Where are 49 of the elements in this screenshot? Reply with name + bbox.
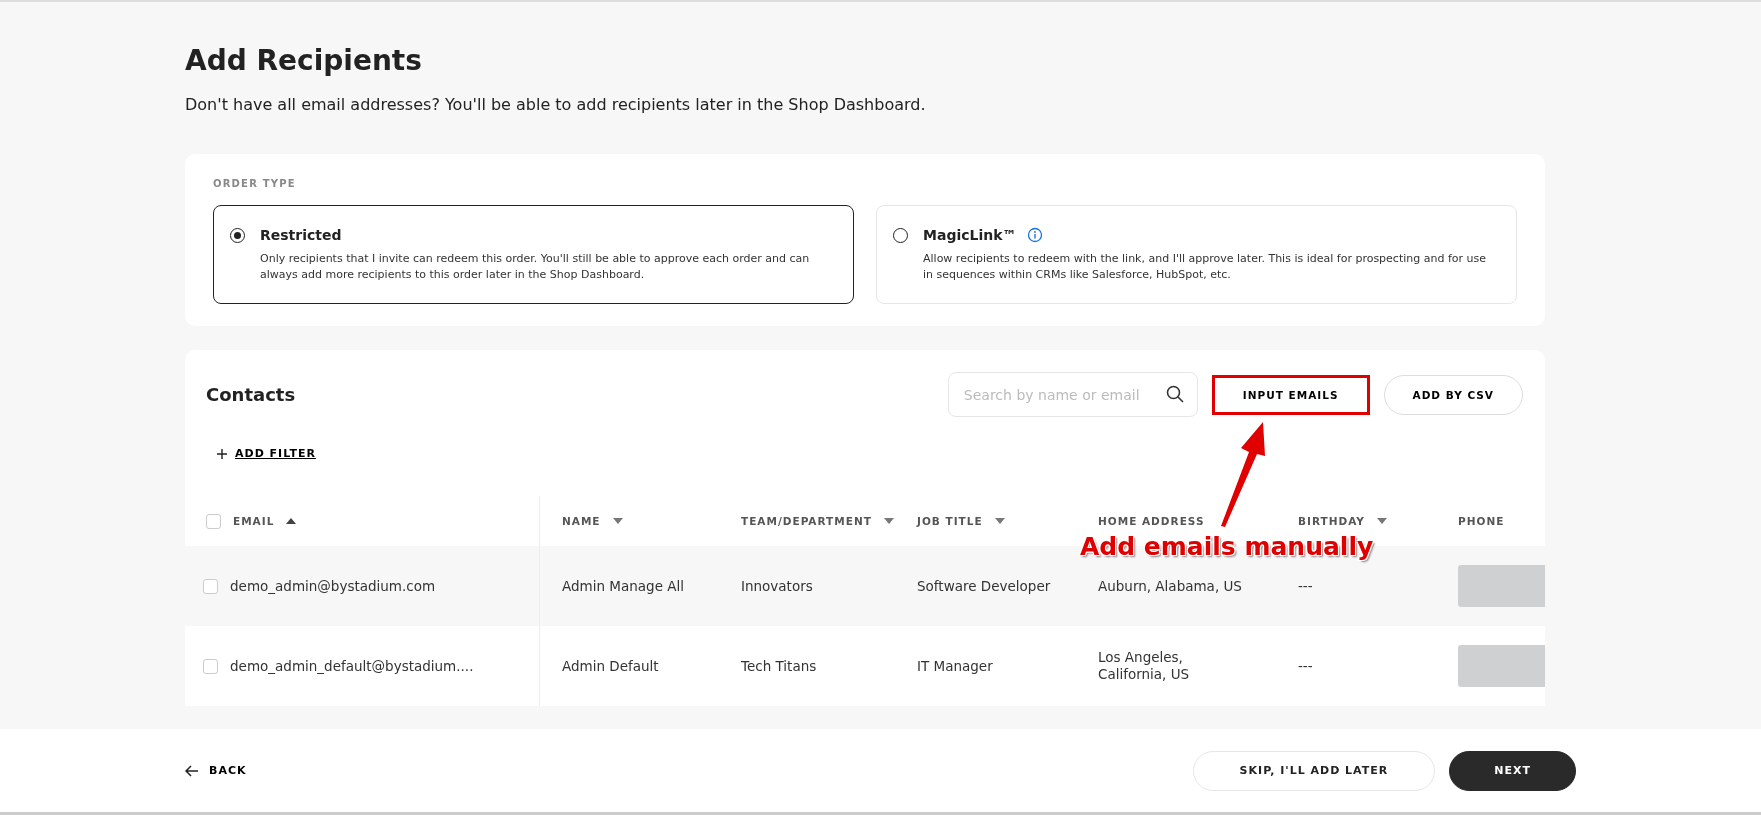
search-field[interactable]: Search by name or email [947,372,1198,417]
table-cell: Innovators [741,577,813,595]
table-cell: Tech Titans [741,657,817,675]
annotation-label: Add emails manually [1080,532,1374,561]
search-icon[interactable] [1165,385,1184,403]
table-cell: demo_admin_default@bystadium.... [230,657,474,675]
column-header[interactable]: PHONE [1458,512,1505,530]
add-csv-button[interactable]: ADD BY CSV [1383,374,1523,415]
sort-down-icon[interactable] [1376,518,1387,524]
input-emails-button[interactable]: INPUT EMAILS [1211,374,1370,415]
column-header[interactable]: JOB TITLE [917,512,983,530]
table-cell: Admin Default [562,657,659,675]
sort-up-icon[interactable] [286,518,297,524]
table-cell: demo_admin@bystadium.com [230,577,436,595]
option-description: Allow recipients to redeem with the link, and I'll approve later. This is ideal for prospecting and for use in sequences within CRMs like Salesforce, HubSpot, etc. [923,251,1488,283]
option-title: Restricted [260,226,342,243]
option-description: Only recipients that I invite can redeem this order. You'll still be able to approve each order and can always add more recipients to this order later in the Shop Dashboard. [260,251,811,283]
column-header[interactable]: EMAIL [233,512,275,530]
sort-down-icon[interactable] [994,518,1005,524]
column-header[interactable]: NAME [562,512,601,530]
skip-button[interactable]: SKIP, I'LL ADD LATER [1192,750,1436,791]
plus-icon [217,448,227,459]
table-cell: IT Manager [917,657,993,675]
section-label: ORDER TYPE [213,178,297,189]
order-type-option[interactable]: MagicLink™ Allow recipients to redeem with the link, and I'll approve later. This is ideal for prospecting and for use in sequences within CRMs like Salesforce, HubSpot, etc. [876,205,1517,304]
sort-down-icon[interactable] [883,518,894,524]
back-button[interactable]: BACK [185,764,247,777]
order-type-option[interactable]: Restricted Only recipients that I invite can redeem this order. You'll still be able to approve each order and can always add more recipients to this order later in the Shop Dashboard. [213,205,854,304]
info-icon[interactable] [1026,226,1043,243]
next-button[interactable]: NEXT [1449,750,1576,791]
table-cell: --- [1298,577,1313,595]
select-all-checkbox[interactable] [206,513,221,529]
row-checkbox[interactable] [203,658,218,674]
column-header[interactable]: TEAM/DEPARTMENT [741,512,872,530]
column-header[interactable]: BIRTHDAY [1298,512,1365,530]
column-header[interactable]: HOME ADDRESS [1098,512,1205,530]
page-title: Add Recipients [185,44,423,77]
add-filter-link[interactable]: ADD FILTER [217,447,316,460]
page-subtitle: Don't have all email addresses? You'll be able to add recipients later in the Shop Dashboard. [185,95,927,114]
sort-down-icon[interactable] [612,518,623,524]
table-cell-text: Los Angeles, California, US [1098,649,1191,683]
table-cell: --- [1298,657,1313,675]
contacts-title: Contacts [206,384,296,405]
table-cell: Auburn, Alabama, US [1098,577,1242,595]
table-cell: Software Developer [917,577,1051,595]
row-checkbox[interactable] [203,578,218,594]
option-title: MagicLink™ [923,226,1017,243]
arrow-left-icon [185,764,199,777]
table-cell: Admin Manage All [562,577,684,595]
